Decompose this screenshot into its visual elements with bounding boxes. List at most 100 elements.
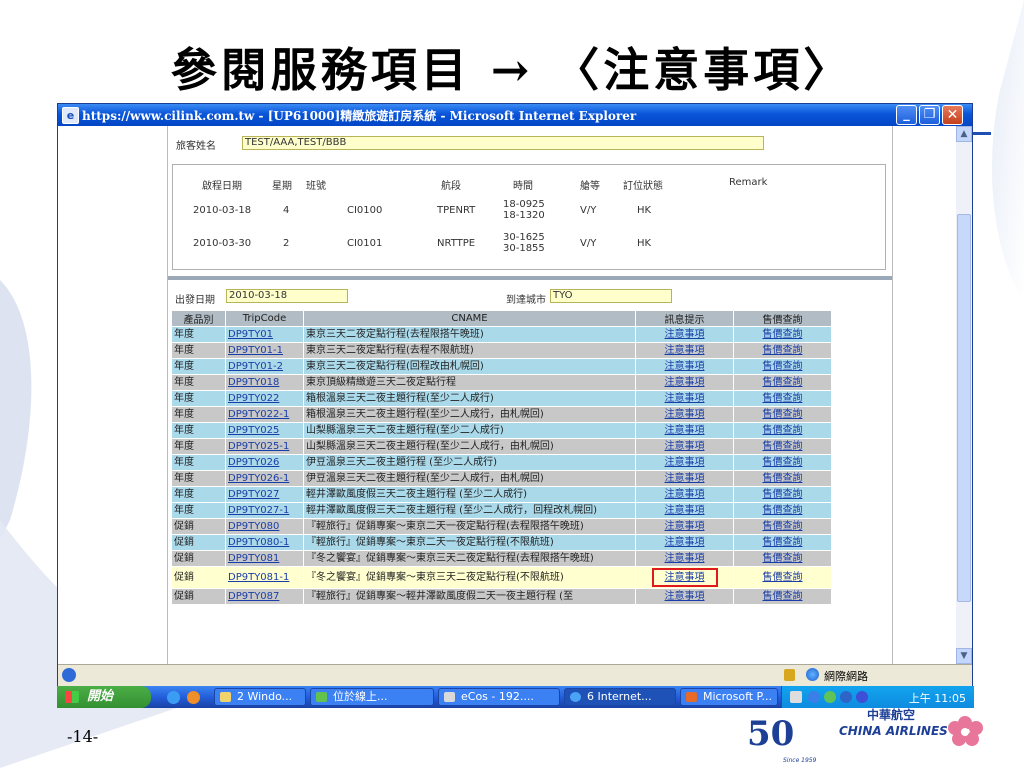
- notice-link[interactable]: 注意事項: [665, 393, 705, 404]
- flight-date: 2010-03-30: [193, 238, 252, 249]
- windows-explorer-icon: [220, 692, 231, 702]
- content-area: 旅客姓名 TEST/AAA,TEST/BBB 啟程日期 星期 班號 航段 時間 …: [167, 126, 893, 664]
- depart-date-field[interactable]: 2010-03-18: [226, 289, 348, 303]
- notice-link[interactable]: 注意事項: [665, 591, 705, 602]
- tripcode-link[interactable]: DP9TY026-1: [228, 473, 289, 484]
- volume-icon[interactable]: [840, 691, 852, 703]
- notice-link[interactable]: 注意事項: [665, 572, 705, 583]
- network-icon[interactable]: [824, 691, 836, 703]
- notice-link[interactable]: 注意事項: [665, 537, 705, 548]
- notice-link[interactable]: 注意事項: [665, 329, 705, 340]
- taskbar-item[interactable]: Microsoft P...: [680, 688, 778, 706]
- taskbar-item[interactable]: 6 Internet...: [564, 688, 676, 706]
- price-query-link[interactable]: 售價查詢: [763, 473, 803, 484]
- notice-link[interactable]: 注意事項: [665, 489, 705, 500]
- ie-quicklaunch-icon[interactable]: [167, 691, 180, 704]
- arrow-icon[interactable]: [808, 691, 820, 703]
- start-button[interactable]: 開始: [57, 686, 151, 708]
- price-query-link[interactable]: 售價查詢: [763, 521, 803, 532]
- tripcode-link[interactable]: DP9TY081: [228, 553, 279, 564]
- price-query-link[interactable]: 售價查詢: [763, 553, 803, 564]
- product-type-cell: 年度: [171, 470, 226, 487]
- table-row: 年度 DP9TY026-1 伊豆溫泉三天二夜主題行程(至少二人成行，由札幌回) 注意事…: [171, 470, 832, 487]
- notice-cell: 注意事項: [635, 502, 734, 519]
- price-query-link[interactable]: 售價查詢: [763, 329, 803, 340]
- flight-weekday: 4: [283, 205, 290, 216]
- tripcode-link[interactable]: DP9TY027: [228, 489, 279, 500]
- price-query-link[interactable]: 售價查詢: [763, 591, 803, 602]
- tripcode-link[interactable]: DP9TY080: [228, 521, 279, 532]
- product-type-cell: 促銷: [171, 566, 226, 589]
- price-query-link[interactable]: 售價查詢: [763, 393, 803, 404]
- price-cell: 售價查詢: [733, 406, 832, 423]
- vertical-scrollbar[interactable]: ▲ ▼: [956, 126, 972, 664]
- passenger-field[interactable]: TEST/AAA,TEST/BBB: [242, 136, 764, 150]
- price-query-link[interactable]: 售價查詢: [763, 457, 803, 468]
- notice-cell: 注意事項: [635, 406, 734, 423]
- price-cell: 售價查詢: [733, 374, 832, 391]
- price-query-link[interactable]: 售價查詢: [763, 361, 803, 372]
- price-cell: 售價查詢: [733, 342, 832, 359]
- notice-link[interactable]: 注意事項: [665, 441, 705, 452]
- taskbar-item[interactable]: 2 Windo...: [214, 688, 306, 706]
- tripcode-link[interactable]: DP9TY018: [228, 377, 279, 388]
- powerpoint-icon: [686, 692, 697, 702]
- window-titlebar[interactable]: e https://www.cilink.com.tw - [UP61000]精…: [58, 104, 972, 126]
- notice-link[interactable]: 注意事項: [665, 521, 705, 532]
- scroll-up-button[interactable]: ▲: [956, 126, 972, 142]
- flight-time-arrive: 30-1855: [503, 243, 545, 254]
- price-query-link[interactable]: 售價查詢: [763, 409, 803, 420]
- notice-cell: 注意事項: [635, 438, 734, 455]
- connection-icon[interactable]: [856, 691, 868, 703]
- price-cell: 售價查詢: [733, 550, 832, 567]
- notice-cell: 注意事項: [635, 326, 734, 343]
- tripcode-link[interactable]: DP9TY025: [228, 425, 279, 436]
- price-query-link[interactable]: 售價查詢: [763, 441, 803, 452]
- tripcode-link[interactable]: DP9TY087: [228, 591, 279, 602]
- notice-link[interactable]: 注意事項: [665, 553, 705, 564]
- notice-link[interactable]: 注意事項: [665, 345, 705, 356]
- media-quicklaunch-icon[interactable]: [187, 691, 200, 704]
- tripcode-link[interactable]: DP9TY01: [228, 329, 273, 340]
- taskbar-item[interactable]: eCos - 192....: [438, 688, 560, 706]
- keyboard-icon[interactable]: [790, 691, 802, 703]
- price-query-link[interactable]: 售價查詢: [763, 572, 803, 583]
- notice-link[interactable]: 注意事項: [665, 361, 705, 372]
- cname-cell: 伊豆溫泉三天二夜主題行程 (至少二人成行): [303, 454, 636, 471]
- notice-link[interactable]: 注意事項: [665, 377, 705, 388]
- price-query-link[interactable]: 售價查詢: [763, 505, 803, 516]
- notice-link[interactable]: 注意事項: [665, 473, 705, 484]
- flight-time-depart: 18-0925: [503, 199, 545, 210]
- taskbar-item[interactable]: 位於線上...: [310, 688, 434, 706]
- tripcode-link[interactable]: DP9TY080-1: [228, 537, 289, 548]
- tripcode-link[interactable]: DP9TY027-1: [228, 505, 289, 516]
- tripcode-link[interactable]: DP9TY01-2: [228, 361, 283, 372]
- tripcode-link[interactable]: DP9TY022: [228, 393, 279, 404]
- scroll-down-button[interactable]: ▼: [956, 648, 972, 664]
- price-cell: 售價查詢: [733, 588, 832, 605]
- tripcode-link[interactable]: DP9TY01-1: [228, 345, 283, 356]
- slide-title: 參閱服務項目 → 〈注意事項〉: [170, 43, 854, 97]
- tripcode-link[interactable]: DP9TY025-1: [228, 441, 289, 452]
- price-query-link[interactable]: 售價查詢: [763, 425, 803, 436]
- price-query-link[interactable]: 售價查詢: [763, 377, 803, 388]
- price-query-link[interactable]: 售價查詢: [763, 489, 803, 500]
- chevron-up-icon: ▲: [960, 129, 968, 139]
- anniversary-mark: 50: [747, 714, 794, 754]
- notice-link[interactable]: 注意事項: [665, 457, 705, 468]
- arrival-city-field[interactable]: TYO: [550, 289, 672, 303]
- taskbar-item-label: eCos - 192....: [461, 690, 534, 703]
- notice-link[interactable]: 注意事項: [665, 425, 705, 436]
- notice-link[interactable]: 注意事項: [665, 409, 705, 420]
- scroll-thumb[interactable]: [957, 214, 971, 602]
- notice-cell: 注意事項: [635, 470, 734, 487]
- price-query-link[interactable]: 售價查詢: [763, 537, 803, 548]
- minimize-button[interactable]: _: [896, 105, 917, 125]
- tripcode-link[interactable]: DP9TY026: [228, 457, 279, 468]
- close-button[interactable]: ✕: [942, 105, 963, 125]
- price-query-link[interactable]: 售價查詢: [763, 345, 803, 356]
- notice-link[interactable]: 注意事項: [665, 505, 705, 516]
- tripcode-link[interactable]: DP9TY022-1: [228, 409, 289, 420]
- tripcode-link[interactable]: DP9TY081-1: [228, 572, 289, 583]
- maximize-button[interactable]: ❐: [919, 105, 940, 125]
